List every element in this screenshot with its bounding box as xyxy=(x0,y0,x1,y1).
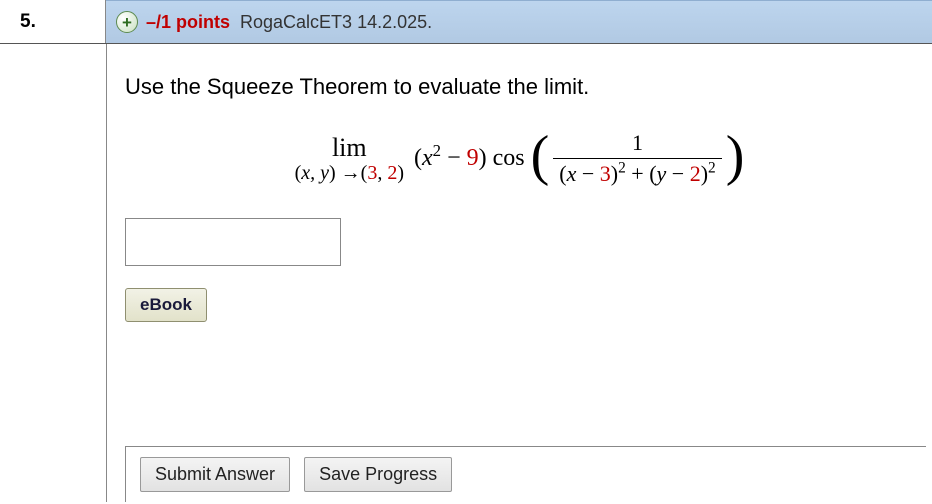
question-content: Use the Squeeze Theorem to evaluate the … xyxy=(106,44,932,502)
submit-tab: Submit Answer Save Progress xyxy=(125,446,466,502)
lim-subscript: (x, y) →(3, 2) xyxy=(295,163,404,183)
big-paren-right: ) xyxy=(726,137,745,176)
big-paren-left: ( xyxy=(531,137,550,176)
ebook-button[interactable]: eBook xyxy=(125,288,207,322)
question-prompt: Use the Squeeze Theorem to evaluate the … xyxy=(125,74,914,100)
question-number: 5. xyxy=(0,0,106,43)
points-label: –/1 points xyxy=(146,12,230,33)
limit-block: lim (x, y) →(3, 2) xyxy=(295,135,404,183)
equation: lim (x, y) →(3, 2) (x2 − 9) cos ( 1 (x −… xyxy=(125,128,914,190)
denominator: (x − 3)2 + (y − 2)2 xyxy=(553,159,722,189)
tab-divider xyxy=(466,446,926,447)
numerator: 1 xyxy=(626,128,649,158)
header-bar: + –/1 points RogaCalcET3 14.2.025. xyxy=(106,0,932,43)
save-progress-button[interactable]: Save Progress xyxy=(304,457,452,492)
problem-reference: RogaCalcET3 14.2.025. xyxy=(240,12,432,33)
factor: (x2 − 9) cos xyxy=(414,145,525,172)
expand-icon[interactable]: + xyxy=(116,11,138,33)
submit-row: Submit Answer Save Progress xyxy=(125,446,926,502)
question-header: 5. + –/1 points RogaCalcET3 14.2.025. xyxy=(0,0,932,44)
answer-input[interactable] xyxy=(125,218,341,266)
lim-word: lim xyxy=(332,135,367,161)
submit-answer-button[interactable]: Submit Answer xyxy=(140,457,290,492)
fraction: 1 (x − 3)2 + (y − 2)2 xyxy=(553,128,722,190)
